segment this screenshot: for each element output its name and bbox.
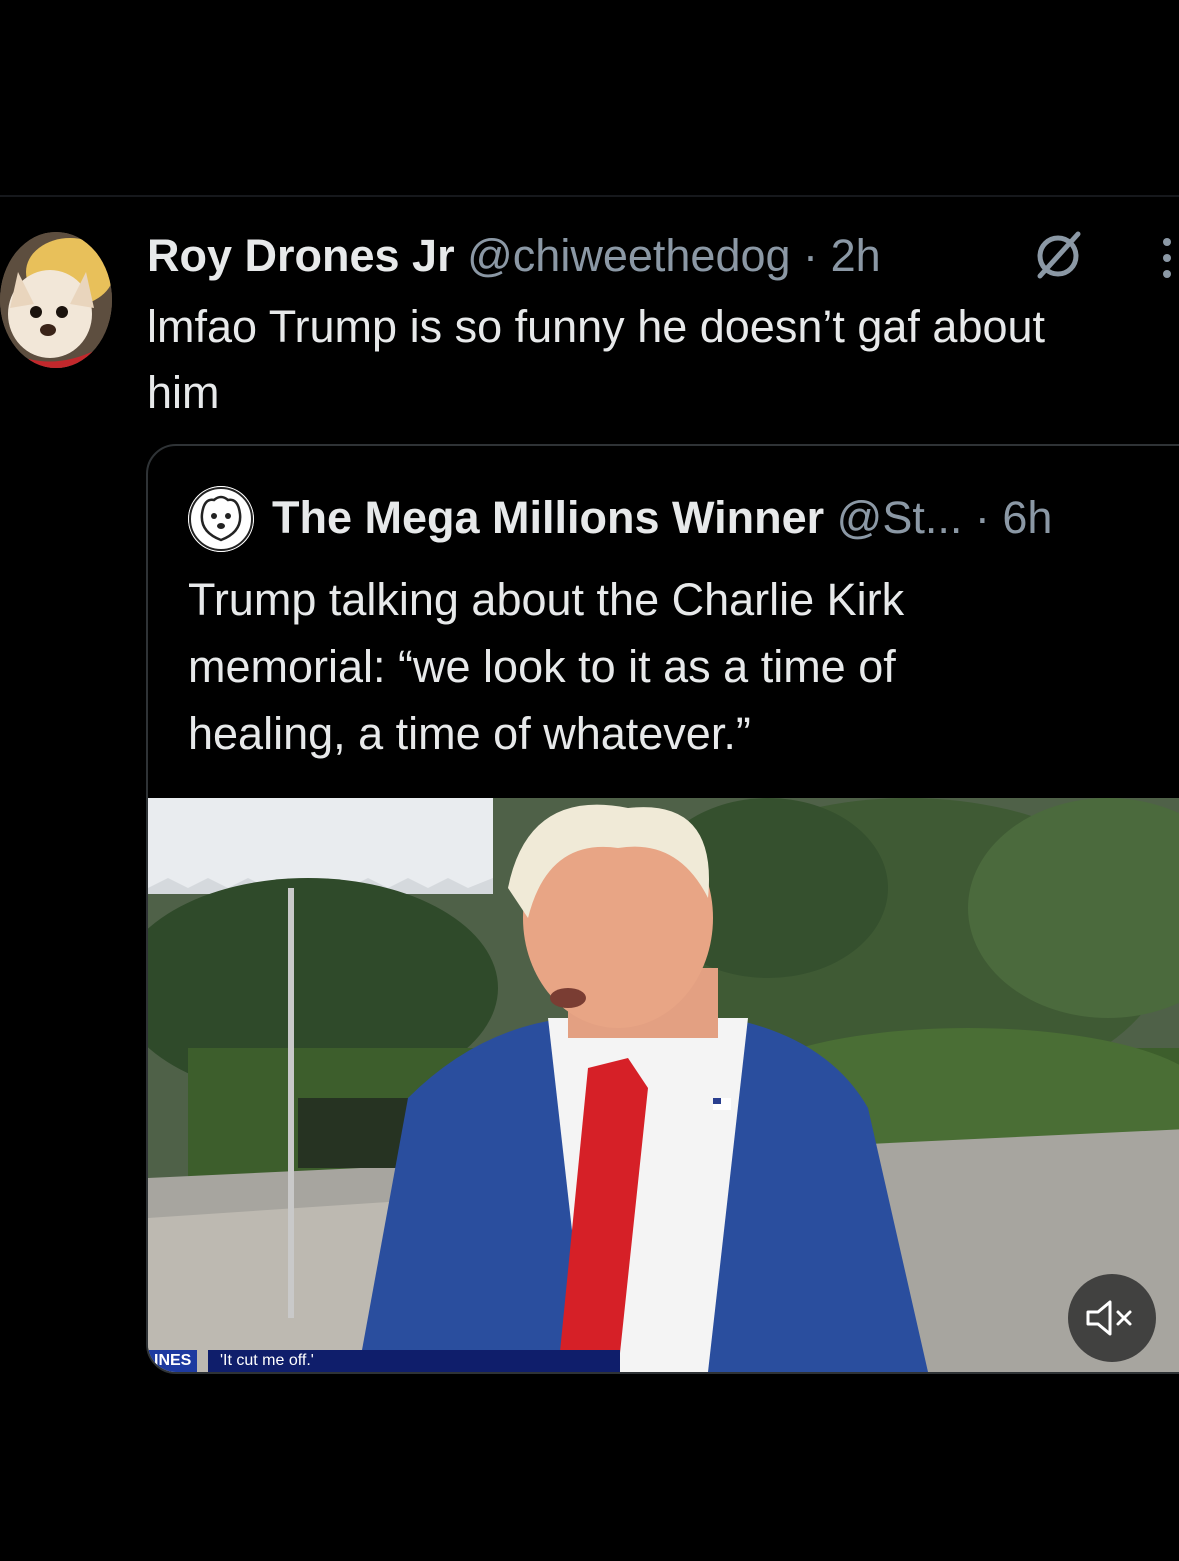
quoted-tweet-body: Trump talking about the Charlie Kirk mem… [188, 566, 1148, 767]
header-separator: · [803, 230, 819, 281]
news-chyron-text: 'It cut me off.' [208, 1350, 620, 1372]
quoted-tweet-header: The Mega Millions Winner @St... · 6h [272, 488, 1052, 548]
news-chyron-tag: INES [148, 1350, 198, 1372]
quoted-video-player[interactable]: INES 'It cut me off.' [148, 798, 1179, 1372]
cartoon-dog-avatar-image [188, 486, 254, 552]
tweet-header: Roy Drones Jr @chiweethedog · 2h [147, 226, 881, 286]
tweet-timestamp[interactable]: 2h [831, 230, 881, 281]
more-vertical-icon[interactable] [1160, 236, 1174, 280]
grok-icon[interactable] [1030, 228, 1086, 284]
author-handle[interactable]: @chiweethedog [467, 230, 790, 281]
tweet-body: lmfao Trump is so funny he doesn’t gaf a… [147, 294, 1179, 426]
author-display-name[interactable]: Roy Drones Jr [147, 230, 455, 281]
quoted-tweet-card[interactable]: The Mega Millions Winner @St... · 6h Tru… [146, 444, 1179, 1374]
quoted-author-avatar[interactable] [188, 486, 254, 552]
tweet-text-line: lmfao Trump is so funny he doesn’t gaf a… [147, 301, 1046, 352]
quoted-header-separator: · [974, 492, 990, 543]
quoted-author-handle[interactable]: @St... [837, 492, 963, 543]
quoted-author-display-name[interactable]: The Mega Millions Winner [272, 492, 824, 543]
video-frame-image [148, 798, 1179, 1372]
top-divider [0, 195, 1179, 197]
quoted-text-line: Trump talking about the Charlie Kirk [188, 574, 905, 625]
mute-button[interactable] [1068, 1274, 1156, 1362]
muted-speaker-icon [1086, 1300, 1132, 1336]
quoted-text-line: memorial: “we look to it as a time of [188, 641, 896, 692]
tweet-text-line: him [147, 367, 220, 418]
dog-avatar-image [0, 232, 112, 368]
quoted-text-line: healing, a time of whatever.” [188, 708, 751, 759]
quoted-tweet-timestamp[interactable]: 6h [1002, 492, 1052, 543]
author-avatar[interactable] [0, 232, 112, 368]
